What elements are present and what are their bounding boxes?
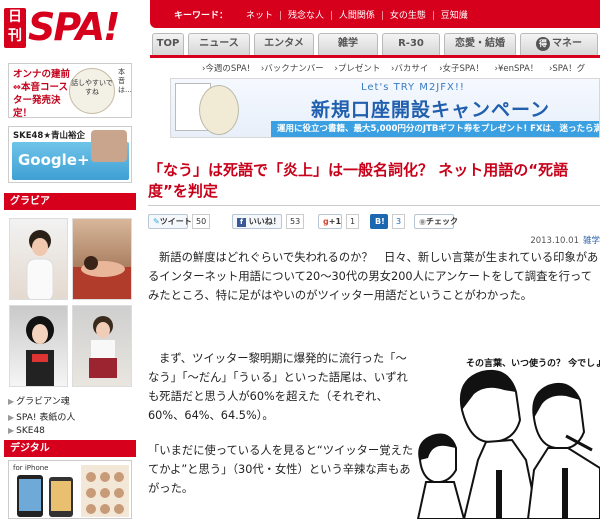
coaster-side-text: 本音は… <box>118 68 132 94</box>
tab-zatsugaku[interactable]: 雑学 <box>318 33 378 55</box>
coaster-image: 話しやすいですね <box>69 68 115 114</box>
social-share-bar: ✎ツイート 50 f いいね！ 53 g+1 1 B! 3 ◉チェック <box>148 214 600 232</box>
digital-heading: デジタル <box>4 440 136 457</box>
gravure-thumb[interactable] <box>9 305 68 387</box>
subnav-link[interactable]: ›バカサイ <box>391 64 428 74</box>
gravure-thumb[interactable] <box>72 305 132 387</box>
gplus-count: 1 <box>346 214 360 229</box>
gravure-heading: グラビア <box>4 193 136 210</box>
tab-top[interactable]: TOP <box>152 33 184 55</box>
tab-money-label: マネー <box>552 38 582 49</box>
tab-money[interactable]: 得マネー <box>520 33 598 55</box>
keyword-link[interactable]: ネット <box>246 11 273 21</box>
tweet-count: 50 <box>192 214 211 229</box>
check-icon: ◉ <box>419 217 426 226</box>
digital-ad-image <box>17 465 129 517</box>
article-date: 2013.10.01 <box>530 236 579 246</box>
fx-campaign-banner[interactable]: Let's TRY M2JFX!! 新規口座開設キャンペーン 運用に役立つ書籍、… <box>170 78 600 138</box>
gravure-thumb[interactable] <box>72 218 132 300</box>
banner-strip: 運用に役立つ書籍、最大5,000円分のJTBギフト券をプレゼント! FXは、迷っ… <box>271 121 599 137</box>
logo-kanji: 日刊 <box>4 8 26 48</box>
keyword-link[interactable]: 豆知識 <box>441 11 468 21</box>
left-sidebar: オンナの建前⇔本音コースター発売決定！ 話しやすいですね 本音は… SKE48★… <box>0 58 136 519</box>
keyword-bar: キーワード： ネット | 残念な人 | 人間関係 | 女の生態 | 豆知識 <box>150 0 600 28</box>
title-divider <box>148 205 600 206</box>
hatena-count: 3 <box>392 214 406 229</box>
article-paragraph: まず、ツイッター黎明期に爆発的に流行った「～なう」「～だん」「うぃる」といった語… <box>148 352 408 422</box>
tab-entame[interactable]: エンタメ <box>254 33 314 55</box>
illustration-drawing: その言葉、いつ使うの？ 今でしょ!! <box>416 357 600 519</box>
coaster-ad-text: オンナの建前⇔本音コースター発売決定！ <box>13 69 71 119</box>
tab-renai[interactable]: 恋愛・結婚 <box>444 33 516 55</box>
hatena-button[interactable]: B! <box>370 214 388 229</box>
gravure-photo <box>73 256 131 299</box>
twitter-icon: ✎ <box>153 217 160 226</box>
sidebar-link-cover[interactable]: ▶ SPA! 表紙の人 <box>8 410 75 423</box>
banner-medal-image <box>199 85 239 135</box>
keyword-link[interactable]: 人間関係 <box>339 11 375 21</box>
ske48-photo <box>91 130 127 162</box>
tweet-button[interactable]: ✎ツイート <box>148 214 192 229</box>
tab-r30[interactable]: R-30 <box>382 33 440 55</box>
keyword-link[interactable]: 残念な人 <box>288 11 324 21</box>
gravure-photo <box>26 230 54 299</box>
subnav-link[interactable]: ›女子SPA！ <box>439 64 484 74</box>
ske48-ad-title: SKE48★青山裕企 <box>13 131 85 141</box>
banner-subtitle: Let's TRY M2JFX!! <box>361 82 465 93</box>
sub-nav-links: ›今週のSPA! ›バックナンバー ›プレゼント ›バカサイ ›女子SPA！ ›… <box>202 62 600 74</box>
article-category[interactable]: 雑学 <box>583 236 600 246</box>
logo-text: SPA! <box>28 5 120 49</box>
illustration-caption: その言葉、いつ使うの？ 今でしょ!! <box>466 357 600 369</box>
site-header: 日刊 SPA! キーワード： ネット | 残念な人 | 人間関係 | 女の生態 | 豆知… <box>0 0 600 58</box>
like-button[interactable]: f いいね！ <box>232 214 282 229</box>
ske48-ad[interactable]: SKE48★青山裕企 Google+ <box>8 126 132 183</box>
article-paragraph: 「いまだに使っている人を見ると“ツイッター覚えたてかよ”と思う」（30代・女性）… <box>148 444 414 495</box>
banner-headline: 新規口座開設キャンペーン <box>311 99 551 121</box>
subnav-link[interactable]: ›SPA！グ <box>549 64 585 74</box>
keyword-link[interactable]: 女の生態 <box>390 11 426 21</box>
sidebar-link-ske48[interactable]: ▶ SKE48 <box>8 426 45 436</box>
article-paragraph: 新語の鮮度はどれぐらいで失われるのか？ 日々、新しい言葉が生まれている印象がある… <box>148 251 599 302</box>
subnav-link[interactable]: ›プレゼント <box>334 64 380 74</box>
subnav-link[interactable]: ›今週のSPA! <box>202 64 250 74</box>
check-button[interactable]: ◉チェック <box>414 214 458 229</box>
article-illustration: その言葉、いつ使うの？ 今でしょ!! <box>416 350 600 519</box>
article-title: 「なう」は死語で「炎上」は一般名詞化？ ネット用語の“死語度”を判定 <box>148 161 569 200</box>
main-content: ›今週のSPA! ›バックナンバー ›プレゼント ›バカサイ ›女子SPA！ ›… <box>148 58 600 519</box>
google-plus-label: Google+ <box>18 151 90 169</box>
tab-news[interactable]: ニュース <box>188 33 250 55</box>
site-logo[interactable]: 日刊 SPA! <box>4 2 149 52</box>
keyword-list: ネット | 残念な人 | 人間関係 | 女の生態 | 豆知識 <box>246 11 468 21</box>
main-nav: TOP ニュース エンタメ 雑学 R-30 恋愛・結婚 得マネー <box>150 30 600 56</box>
facebook-icon: f <box>237 218 246 227</box>
money-icon: 得 <box>536 37 550 51</box>
subnav-link[interactable]: ›¥enSPA！ <box>495 64 539 74</box>
gravure-photo <box>26 316 54 386</box>
subnav-link[interactable]: ›バックナンバー <box>261 64 324 74</box>
gravure-thumb[interactable] <box>9 218 68 300</box>
gplus-button[interactable]: g+1 <box>318 214 342 229</box>
coaster-ad[interactable]: オンナの建前⇔本音コースター発売決定！ 話しやすいですね 本音は… <box>8 63 132 119</box>
like-count: 53 <box>286 214 305 229</box>
sidebar-link-gravurean[interactable]: ▶ グラビアン魂 <box>8 394 70 407</box>
digital-ad[interactable]: for iPhone <box>8 460 132 519</box>
keyword-label: キーワード： <box>174 11 229 21</box>
gravure-photo <box>89 316 117 378</box>
article-dateline: 2013.10.01 雑学 <box>530 234 600 246</box>
